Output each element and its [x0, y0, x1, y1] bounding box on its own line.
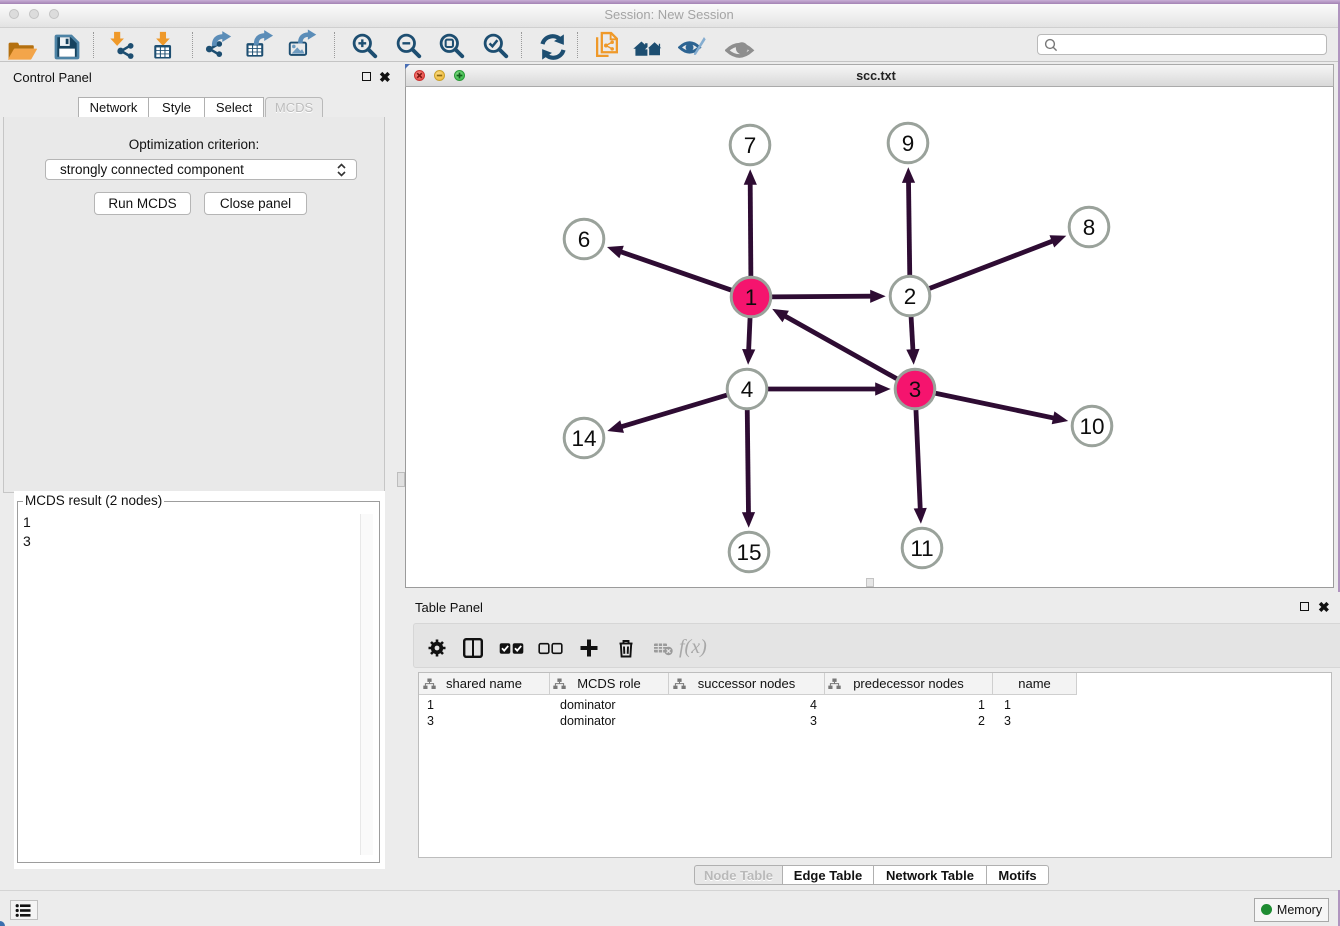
svg-text:7: 7 — [744, 133, 757, 158]
svg-text:2: 2 — [904, 284, 917, 309]
svg-text:10: 10 — [1079, 414, 1104, 439]
svg-text:9: 9 — [902, 131, 915, 156]
svg-text:11: 11 — [910, 536, 933, 561]
svg-text:15: 15 — [736, 540, 761, 565]
svg-text:4: 4 — [741, 377, 754, 402]
svg-text:1: 1 — [745, 285, 758, 310]
svg-text:8: 8 — [1083, 215, 1096, 240]
svg-text:14: 14 — [571, 426, 596, 451]
svg-text:3: 3 — [909, 377, 922, 402]
svg-text:6: 6 — [578, 227, 591, 252]
